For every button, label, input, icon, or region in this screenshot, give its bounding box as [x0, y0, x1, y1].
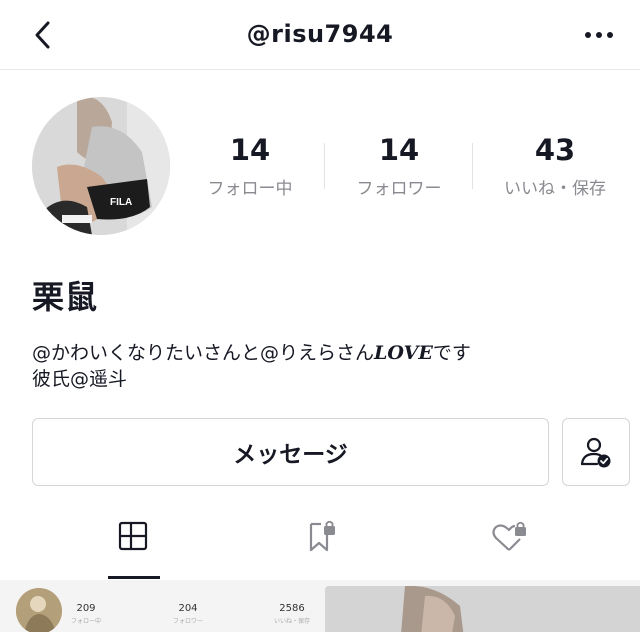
heart-lock-icon: [492, 521, 526, 551]
preview-photo-image: [325, 586, 640, 632]
preview-likes-count: 2586: [279, 603, 305, 614]
profile-bio: @かわいくなりたいさんと@りえらさんLOVEです 彼氏@遥斗: [32, 340, 471, 392]
bio-line-2: 彼氏@遥斗: [32, 368, 128, 390]
active-tab-indicator: [108, 576, 160, 579]
profile-avatar[interactable]: FILA: [32, 97, 170, 235]
preview-photo: [325, 586, 640, 632]
following-label: フォロー中: [207, 179, 293, 199]
svg-text:FILA: FILA: [110, 197, 132, 208]
bio-love: LOVE: [374, 342, 433, 364]
message-button[interactable]: メッセージ: [32, 418, 549, 486]
preview-following-stat: 209 フォロー中: [56, 603, 116, 625]
preview-likes-label: いいね・保存: [273, 618, 310, 625]
stat-divider: [472, 143, 473, 189]
followers-count: 14: [378, 133, 420, 167]
bio-suffix: です: [432, 342, 471, 364]
grid-icon: [118, 521, 148, 551]
following-stat[interactable]: 14 フォロー中: [175, 132, 325, 199]
profile-username: @risu7944: [246, 20, 394, 48]
top-nav-bar: @risu7944: [0, 0, 640, 70]
follow-status-button[interactable]: [562, 418, 630, 486]
preview-followers-label: フォロワー: [172, 618, 203, 625]
followers-stat[interactable]: 14 フォロワー: [324, 132, 474, 199]
user-check-icon: [580, 437, 611, 468]
followers-label: フォロワー: [356, 179, 442, 199]
bio-line-1: @かわいくなりたいさんと@りえらさんLOVEです: [32, 340, 471, 366]
likes-label: いいね・保存: [504, 179, 606, 199]
next-card-preview: 209 フォロー中 204 フォロワー 2586 いいね・保存: [0, 580, 640, 632]
tab-liked[interactable]: [485, 520, 535, 576]
preview-followers-stat: 204 フォロワー: [158, 603, 218, 625]
preview-following-label: フォロー中: [70, 618, 101, 625]
display-name: 栗鼠: [32, 278, 99, 316]
tab-saved[interactable]: [295, 520, 345, 576]
tab-posts[interactable]: [108, 520, 158, 576]
profile-avatar-photo: FILA: [32, 97, 170, 235]
preview-followers-count: 204: [178, 603, 198, 614]
preview-likes-stat: 2586 いいね・保存: [262, 603, 322, 625]
more-horizontal-icon: [585, 32, 613, 38]
preview-following-count: 209: [76, 603, 96, 614]
likes-stat[interactable]: 43 いいね・保存: [480, 132, 630, 199]
likes-count: 43: [534, 133, 576, 167]
following-count: 14: [229, 133, 271, 167]
bio-mentions: @かわいくなりたいさんと@りえらさん: [32, 342, 375, 364]
bookmark-lock-icon: [309, 520, 335, 552]
more-options-button[interactable]: [582, 22, 616, 48]
